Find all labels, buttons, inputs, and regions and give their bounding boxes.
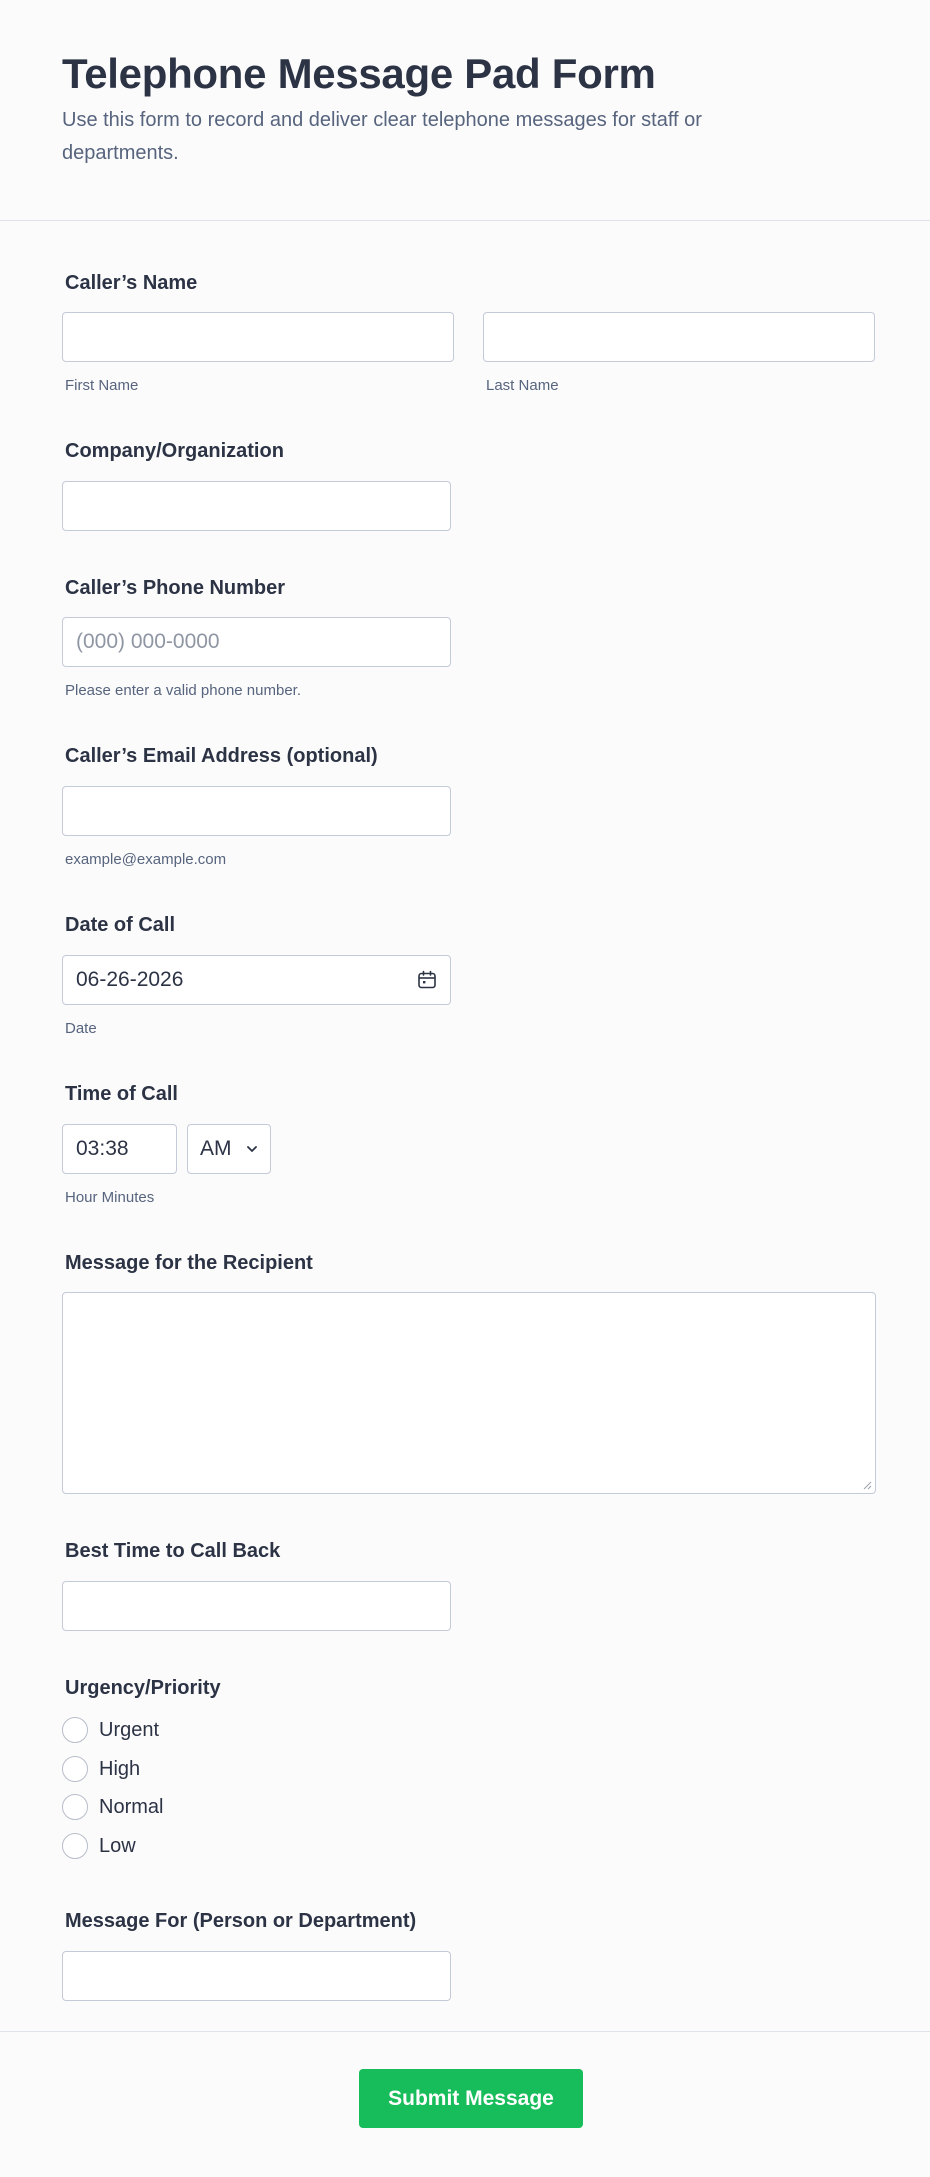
resize-handle-icon[interactable] (862, 1480, 872, 1490)
radio-label: Normal (99, 1795, 164, 1818)
time-sublabel: Hour Minutes (65, 1189, 155, 1206)
company-label: Company/Organization (65, 440, 284, 462)
time-input[interactable]: 03:38 (62, 1124, 177, 1174)
radio-button[interactable] (62, 1833, 88, 1859)
urgency-label: Urgency/Priority (65, 1677, 221, 1699)
calendar-icon[interactable] (416, 969, 438, 991)
submit-button[interactable]: Submit Message (359, 2069, 583, 2128)
first-name-sublabel: First Name (65, 377, 139, 394)
callback-input[interactable] (62, 1581, 451, 1631)
last-name-input[interactable] (483, 312, 875, 362)
company-input[interactable] (62, 481, 451, 531)
urgency-option-low[interactable]: Low (62, 1833, 136, 1859)
phone-input[interactable]: (000) 000-0000 (62, 617, 451, 667)
radio-label: High (99, 1757, 141, 1780)
ampm-value: AM (200, 1137, 232, 1160)
message-textarea[interactable] (62, 1292, 876, 1494)
phone-hint: Please enter a valid phone number. (65, 682, 301, 699)
callers-name-label: Caller’s Name (65, 272, 198, 294)
urgency-option-urgent[interactable]: Urgent (62, 1717, 159, 1743)
message-for-label: Message For (Person or Department) (65, 1910, 417, 1932)
time-label: Time of Call (65, 1083, 178, 1105)
message-for-input[interactable] (62, 1951, 451, 2001)
date-label: Date of Call (65, 914, 176, 936)
first-name-input[interactable] (62, 312, 454, 362)
date-value: 06-26-2026 (76, 968, 184, 991)
last-name-sublabel: Last Name (486, 377, 559, 394)
phone-placeholder: (000) 000-0000 (76, 630, 220, 653)
chevron-down-icon (247, 1146, 257, 1152)
email-hint: example@example.com (65, 851, 227, 868)
radio-label: Low (99, 1834, 136, 1857)
callback-label: Best Time to Call Back (65, 1540, 281, 1562)
radio-label: Urgent (99, 1718, 160, 1741)
email-input[interactable] (62, 786, 451, 836)
email-label: Caller’s Email Address (optional) (65, 745, 378, 767)
phone-label: Caller’s Phone Number (65, 577, 286, 599)
radio-button[interactable] (62, 1717, 88, 1743)
page-description: Use this form to record and deliver clea… (62, 109, 702, 164)
urgency-option-high[interactable]: High (62, 1756, 140, 1782)
date-input[interactable]: 06-26-2026 (62, 955, 451, 1005)
form-header: Telephone Message Pad Form Use this form… (0, 0, 930, 221)
ampm-select[interactable]: AM (187, 1124, 271, 1174)
page-title: Telephone Message Pad Form (62, 50, 656, 97)
urgency-option-normal[interactable]: Normal (62, 1794, 163, 1820)
radio-button[interactable] (62, 1794, 88, 1820)
date-sublabel: Date (65, 1020, 97, 1037)
radio-button[interactable] (62, 1756, 88, 1782)
message-label: Message for the Recipient (65, 1252, 313, 1274)
